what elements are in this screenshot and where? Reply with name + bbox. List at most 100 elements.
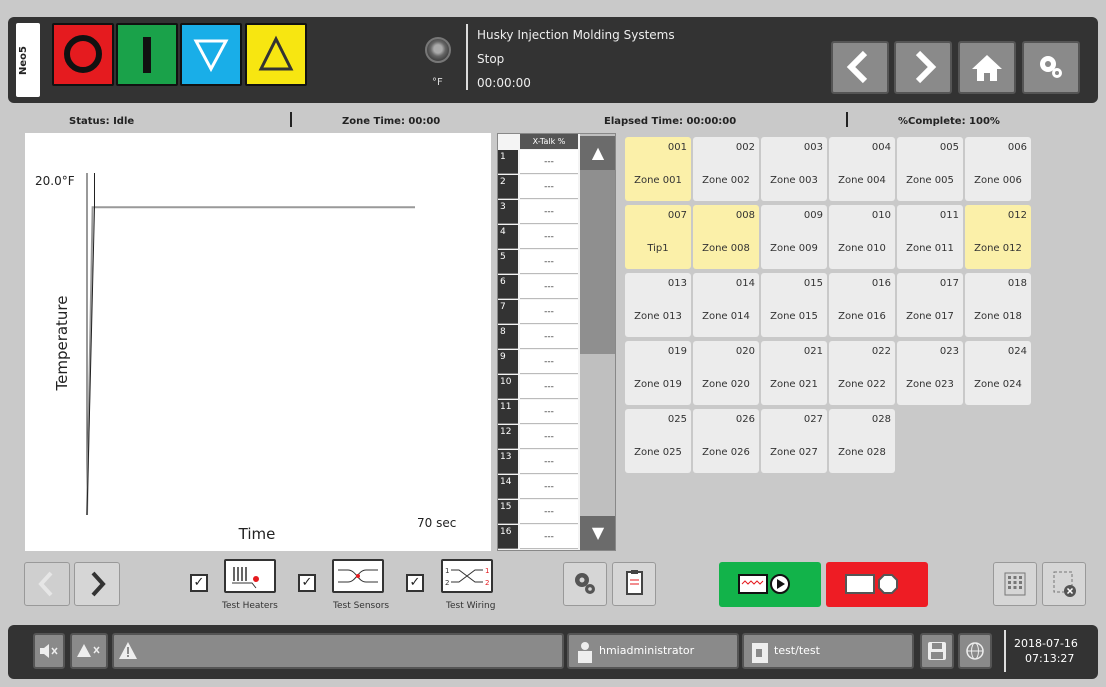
zone-name: Zone 010 xyxy=(838,243,886,254)
keypad-button[interactable] xyxy=(993,562,1037,606)
scroll-up-button[interactable]: ▲ xyxy=(580,136,615,170)
xtalk-list[interactable]: X-Talk % 1 --- 2 --- 3 --- 4 --- 5 --- 6 --- 7 --- 8 --… xyxy=(497,133,616,551)
warning-icon xyxy=(119,642,137,659)
save-button[interactable] xyxy=(920,633,954,669)
settings-button[interactable] xyxy=(1022,41,1080,94)
zone-tile[interactable]: 009 Zone 009 xyxy=(761,205,827,269)
neo-tab-label: Neo5 xyxy=(18,46,29,75)
xtalk-row[interactable]: 9 --- xyxy=(498,350,580,376)
zone-tile[interactable]: 015 Zone 015 xyxy=(761,273,827,337)
xtalk-row[interactable]: 7 --- xyxy=(498,300,580,326)
zone-tile[interactable]: 007 Tip1 xyxy=(625,205,691,269)
neo-tab[interactable]: Neo5 xyxy=(16,23,40,97)
back-button[interactable] xyxy=(831,41,889,94)
sensor-icon[interactable] xyxy=(332,559,384,593)
heater-icon[interactable] xyxy=(224,559,276,593)
prev-page-button[interactable] xyxy=(24,562,70,606)
zone-tile[interactable]: 019 Zone 019 xyxy=(625,341,691,405)
language-button[interactable] xyxy=(958,633,992,669)
test-sensors-checkbox[interactable]: ✓ xyxy=(298,574,316,592)
xtalk-row-value: --- xyxy=(520,500,578,524)
test-settings-button[interactable] xyxy=(563,562,607,606)
test-wiring-checkbox[interactable]: ✓ xyxy=(406,574,424,592)
boost-up-button[interactable] xyxy=(245,23,307,86)
zone-tile[interactable]: 022 Zone 022 xyxy=(829,341,895,405)
xtalk-row[interactable]: 6 --- xyxy=(498,275,580,301)
temperature-chart: 20.0°F Temperature Time 70 sec xyxy=(25,133,491,551)
start-test-button[interactable] xyxy=(719,562,821,607)
zone-tile[interactable]: 013 Zone 013 xyxy=(625,273,691,337)
zone-tile[interactable]: 005 Zone 005 xyxy=(897,137,963,201)
zone-tile[interactable]: 004 Zone 004 xyxy=(829,137,895,201)
zone-name: Zone 002 xyxy=(702,175,750,186)
xtalk-row[interactable]: 16 --- xyxy=(498,525,580,550)
zone-name: Zone 009 xyxy=(770,243,818,254)
xtalk-row[interactable]: 4 --- xyxy=(498,225,580,251)
xtalk-row[interactable]: 2 --- xyxy=(498,175,580,201)
zone-tile[interactable]: 024 Zone 024 xyxy=(965,341,1031,405)
wiring-icon[interactable]: 1 2 1 2 xyxy=(441,559,493,593)
mold-button[interactable]: test/test xyxy=(742,633,914,669)
zone-tile[interactable]: 008 Zone 008 xyxy=(693,205,759,269)
xtalk-row[interactable]: 11 --- xyxy=(498,400,580,426)
zone-tile[interactable]: 023 Zone 023 xyxy=(897,341,963,405)
xtalk-row-number: 3 xyxy=(498,200,518,224)
xtalk-row[interactable]: 14 --- xyxy=(498,475,580,501)
chevron-right-icon xyxy=(91,571,106,597)
zone-tile[interactable]: 018 Zone 018 xyxy=(965,273,1031,337)
mute-button[interactable] xyxy=(33,633,65,669)
stop-test-button[interactable] xyxy=(826,562,928,607)
xtalk-row[interactable]: 13 --- xyxy=(498,450,580,476)
xtalk-scrollbar[interactable]: ▲ ▼ xyxy=(580,134,615,550)
triangle-up-icon xyxy=(258,35,294,71)
zone-number: 010 xyxy=(871,210,891,221)
acknowledge-alarm-button[interactable] xyxy=(70,633,108,669)
alarm-bar[interactable] xyxy=(112,633,564,669)
zone-tile[interactable]: 025 Zone 025 xyxy=(625,409,691,473)
next-page-button[interactable] xyxy=(74,562,120,606)
forward-button[interactable] xyxy=(894,41,952,94)
scroll-down-button[interactable]: ▼ xyxy=(580,516,615,550)
zone-tile[interactable]: 002 Zone 002 xyxy=(693,137,759,201)
xtalk-row[interactable]: 10 --- xyxy=(498,375,580,401)
xtalk-row-number: 10 xyxy=(498,375,518,399)
report-button[interactable] xyxy=(612,562,656,606)
user-button[interactable]: hmiadministrator xyxy=(567,633,739,669)
xtalk-row[interactable]: 12 --- xyxy=(498,425,580,451)
zone-tile[interactable]: 012 Zone 012 xyxy=(965,205,1031,269)
zone-tile[interactable]: 028 Zone 028 xyxy=(829,409,895,473)
zone-tile[interactable]: 027 Zone 027 xyxy=(761,409,827,473)
run-mode-button[interactable] xyxy=(116,23,178,86)
zone-tile[interactable]: 011 Zone 011 xyxy=(897,205,963,269)
zone-tile[interactable]: 021 Zone 021 xyxy=(761,341,827,405)
xtalk-row[interactable]: 8 --- xyxy=(498,325,580,351)
zone-name: Zone 026 xyxy=(702,447,750,458)
zone-tile[interactable]: 017 Zone 017 xyxy=(897,273,963,337)
zone-tile[interactable]: 016 Zone 016 xyxy=(829,273,895,337)
xtalk-row[interactable]: 3 --- xyxy=(498,200,580,226)
zone-tile[interactable]: 001 Zone 001 xyxy=(625,137,691,201)
zone-tile[interactable]: 014 Zone 014 xyxy=(693,273,759,337)
footer-date: 2018-07-16 xyxy=(1014,637,1078,650)
zone-name: Zone 012 xyxy=(974,243,1022,254)
zone-tile[interactable]: 003 Zone 003 xyxy=(761,137,827,201)
zone-tile[interactable]: 010 Zone 010 xyxy=(829,205,895,269)
zone-name: Zone 005 xyxy=(906,175,954,186)
test-heaters-checkbox[interactable]: ✓ xyxy=(190,574,208,592)
mold-icon xyxy=(752,643,768,663)
zone-tile[interactable]: 026 Zone 026 xyxy=(693,409,759,473)
zone-tile[interactable]: 020 Zone 020 xyxy=(693,341,759,405)
zone-name: Zone 014 xyxy=(702,311,750,322)
clear-selection-button[interactable] xyxy=(1042,562,1086,606)
xtalk-row-number: 8 xyxy=(498,325,518,349)
scrollbar-thumb[interactable] xyxy=(580,164,615,354)
home-button[interactable] xyxy=(958,41,1016,94)
svg-text:2: 2 xyxy=(485,579,489,587)
standby-down-button[interactable] xyxy=(180,23,242,86)
stop-mode-button[interactable] xyxy=(52,23,114,86)
zone-tile[interactable]: 006 Zone 006 xyxy=(965,137,1031,201)
xtalk-row[interactable]: 1 --- xyxy=(498,150,580,176)
zone-number: 022 xyxy=(871,346,891,357)
xtalk-row[interactable]: 5 --- xyxy=(498,250,580,276)
xtalk-row[interactable]: 15 --- xyxy=(498,500,580,526)
